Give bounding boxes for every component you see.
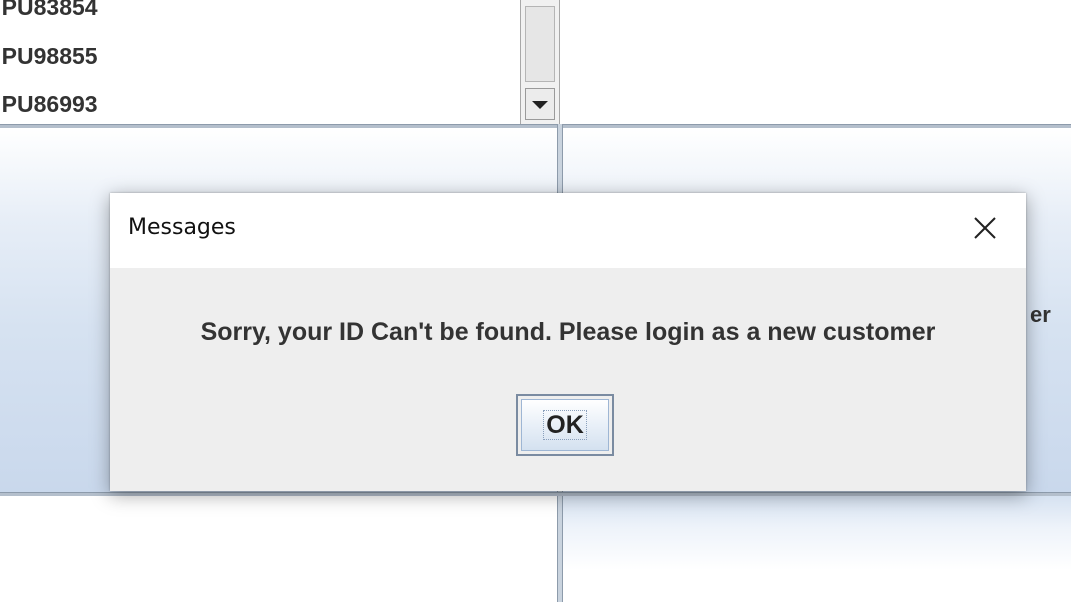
list-item[interactable]: :PU98855	[0, 41, 98, 71]
ok-button-label: OK	[543, 410, 587, 440]
message-dialog: Messages Sorry, your ID Can't be found. …	[110, 193, 1026, 491]
bottom-right-panel	[563, 496, 1071, 602]
dialog-titlebar[interactable]: Messages	[110, 193, 1026, 268]
list-item[interactable]: :PU83854	[0, 0, 98, 22]
scrollbar-thumb[interactable]	[525, 6, 555, 82]
vertical-divider	[557, 496, 563, 602]
customer-id-list[interactable]: :PU83854 :PU98855 :PU86993	[0, 0, 520, 124]
bottom-left-panel	[0, 496, 557, 602]
dialog-message: Sorry, your ID Can't be found. Please lo…	[200, 318, 936, 346]
scroll-down-arrow-icon[interactable]	[525, 88, 555, 120]
dialog-title: Messages	[128, 215, 236, 240]
top-right-panel	[560, 0, 1071, 124]
ok-button-face[interactable]: OK	[521, 399, 609, 451]
obscured-label: er	[1030, 302, 1051, 327]
ok-button[interactable]: OK	[516, 394, 614, 456]
app-window: :PU83854 :PU98855 :PU86993 er Messages S…	[0, 0, 1071, 602]
close-icon[interactable]	[964, 211, 1004, 247]
list-scrollbar[interactable]	[520, 0, 560, 124]
list-item[interactable]: :PU86993	[0, 89, 98, 119]
